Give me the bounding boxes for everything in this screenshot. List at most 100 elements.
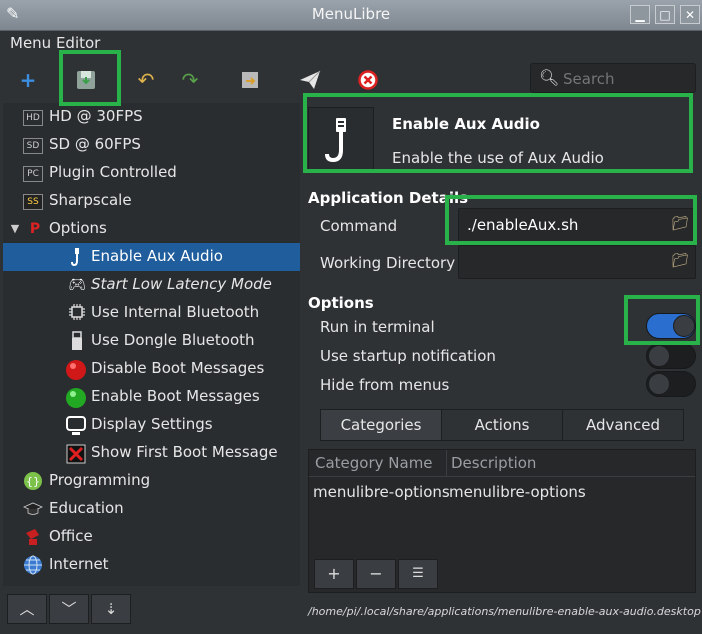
aux-cable-icon: [325, 118, 346, 163]
column-divider: [446, 450, 447, 476]
table-controls: + − ☰: [308, 553, 696, 593]
red-circle-icon: [65, 359, 86, 380]
add-button[interactable]: +: [10, 65, 46, 95]
launcher-icon-button[interactable]: [308, 107, 374, 173]
toggle-knob: [648, 373, 670, 395]
tab-categories[interactable]: Categories: [321, 410, 442, 440]
file-path: /home/pi/.local/share/applications/menul…: [308, 605, 701, 618]
hd-icon: HD: [23, 110, 43, 126]
aux-cable-icon: [67, 247, 87, 267]
working-directory-field[interactable]: 📁︎: [458, 245, 696, 279]
sort-button[interactable]: ⇣: [91, 594, 131, 624]
clear-categories-button[interactable]: ☰: [398, 559, 438, 589]
tree-item-display-settings[interactable]: Display Settings: [3, 411, 300, 439]
pc-icon: PC: [23, 166, 43, 182]
run-in-terminal-label: Run in terminal: [320, 318, 435, 336]
tree-item-sharpscale[interactable]: SS Sharpscale: [3, 187, 300, 215]
tab-actions[interactable]: Actions: [442, 410, 563, 440]
column-header-description[interactable]: Description: [451, 454, 536, 472]
tree-item-plugin-controlled[interactable]: PC Plugin Controlled: [3, 159, 300, 187]
close-window-button[interactable]: ✕: [680, 5, 700, 24]
playstation-icon: P: [29, 221, 41, 237]
menu-tree: HD HD @ 30FPS SD SD @ 60FPS PC Plugin Co…: [3, 103, 300, 586]
launcher-comment[interactable]: Enable the use of Aux Audio: [392, 149, 604, 167]
application-details-heading: Application Details: [308, 189, 469, 207]
tree-item-show-first-boot-message[interactable]: Show First Boot Message: [3, 439, 300, 467]
tree-item-hd-30fps[interactable]: HD HD @ 30FPS: [3, 103, 300, 131]
usb-dongle-icon: [67, 331, 87, 351]
tree-item-disable-boot-messages[interactable]: Disable Boot Messages: [3, 355, 300, 383]
gamepad-icon: 🎮︎: [68, 277, 86, 293]
window-title: MenuLibre: [311, 5, 391, 23]
tree-item-office[interactable]: Office: [3, 523, 300, 551]
minimize-button[interactable]: ▁: [630, 5, 650, 24]
green-circle-icon: [65, 387, 86, 408]
tree-item-start-low-latency-mode[interactable]: 🎮︎ Start Low Latency Mode: [3, 271, 300, 299]
add-category-button[interactable]: +: [314, 559, 354, 589]
revert-icon: [242, 72, 258, 88]
globe-icon: [23, 555, 43, 575]
ss-icon: SS: [23, 194, 43, 210]
undo-button[interactable]: ↶: [128, 65, 164, 95]
chip-icon: [67, 303, 87, 323]
search-box[interactable]: 🔍︎: [530, 63, 696, 93]
tree-item-sd-60fps[interactable]: SD SD @ 60FPS: [3, 131, 300, 159]
folder-icon[interactable]: 📁︎: [671, 216, 689, 232]
tree-item-internet[interactable]: Internet: [3, 551, 300, 579]
tree-item-options[interactable]: ▼ P Options: [3, 215, 300, 243]
tree-item-education[interactable]: Education: [3, 495, 300, 523]
expander-down-icon[interactable]: ▼: [5, 219, 25, 239]
braces-icon: {}: [23, 471, 43, 491]
svg-text:{}: {}: [26, 475, 40, 488]
column-header-category-name[interactable]: Category Name: [315, 454, 433, 472]
revert-button[interactable]: [232, 65, 268, 95]
move-down-button[interactable]: ﹀: [49, 594, 89, 624]
tab-bar: Categories Actions Advanced: [320, 409, 684, 441]
table-cell-description[interactable]: menulibre-options: [449, 483, 586, 501]
tree-item-programming[interactable]: {} Programming: [3, 467, 300, 495]
search-input[interactable]: [561, 66, 695, 92]
launcher-editor: Enable Aux Audio Enable the use of Aux A…: [302, 103, 702, 634]
red-x-icon: [65, 443, 86, 464]
table-header: Category Name Description: [309, 450, 695, 477]
send-button[interactable]: [292, 65, 328, 95]
launcher-name[interactable]: Enable Aux Audio: [392, 115, 540, 133]
menu-bar: Menu Editor: [0, 31, 702, 57]
office-icon: [23, 527, 43, 547]
tree-item-partial: ▦: [3, 579, 300, 586]
options-heading: Options: [308, 294, 374, 312]
tab-advanced[interactable]: Advanced: [563, 410, 683, 440]
command-field[interactable]: ./enableAux.sh 📁︎: [458, 208, 696, 242]
working-directory-label: Working Directory: [320, 254, 456, 272]
paper-plane-icon: [300, 70, 321, 89]
search-icon: 🔍︎: [539, 68, 560, 87]
folder-icon[interactable]: 📁︎: [671, 253, 689, 269]
title-bar: ✎ MenuLibre ▁ □ ✕: [0, 0, 702, 31]
tree-controls: ︿ ﹀ ⇣: [3, 586, 300, 634]
graduation-cap-icon: [23, 499, 43, 519]
command-label: Command: [320, 217, 398, 235]
sd-icon: SD: [23, 138, 43, 154]
startup-notification-toggle[interactable]: [646, 343, 696, 369]
menu-editor-label[interactable]: Menu Editor: [10, 34, 100, 52]
toggle-knob: [648, 345, 670, 367]
move-up-button[interactable]: ︿: [7, 594, 47, 624]
remove-category-button[interactable]: −: [356, 559, 396, 589]
tree-item-use-internal-bluetooth[interactable]: Use Internal Bluetooth: [3, 299, 300, 327]
table-cell-category[interactable]: menulibre-options: [313, 483, 450, 501]
save-icon: [77, 71, 95, 89]
monitor-icon: [65, 415, 86, 435]
toggle-knob: [673, 315, 695, 337]
delete-icon: [358, 70, 378, 90]
save-button[interactable]: [68, 65, 104, 95]
command-value[interactable]: ./enableAux.sh: [467, 216, 578, 234]
maximize-button[interactable]: □: [655, 5, 675, 24]
tree-item-enable-aux-audio[interactable]: Enable Aux Audio: [3, 243, 300, 271]
tree-item-enable-boot-messages[interactable]: Enable Boot Messages: [3, 383, 300, 411]
tree-item-use-dongle-bluetooth[interactable]: Use Dongle Bluetooth: [3, 327, 300, 355]
delete-button[interactable]: [350, 65, 386, 95]
run-in-terminal-toggle[interactable]: [646, 313, 696, 339]
redo-button[interactable]: ↷: [172, 65, 208, 95]
hide-from-menus-toggle[interactable]: [646, 371, 696, 397]
hide-from-menus-label: Hide from menus: [320, 376, 450, 394]
